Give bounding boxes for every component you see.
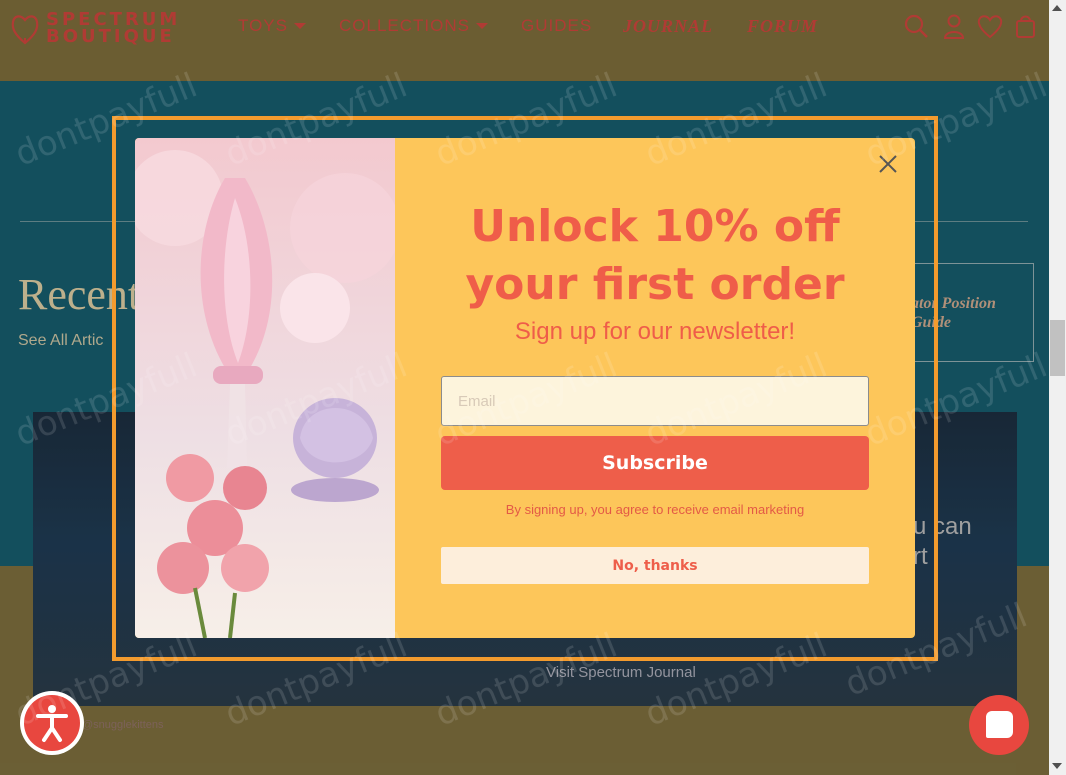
- product-photo: [135, 138, 395, 638]
- accessibility-button[interactable]: [20, 691, 84, 755]
- scrollbar-thumb[interactable]: [1050, 320, 1065, 376]
- scroll-up-arrow-icon[interactable]: [1052, 5, 1062, 11]
- popup-disclaimer: By signing up, you agree to receive emai…: [505, 502, 805, 517]
- email-input[interactable]: [441, 376, 869, 426]
- subscribe-button[interactable]: Subscribe: [441, 436, 869, 490]
- popup-headline: Unlock 10% off your first order: [465, 201, 845, 310]
- accessibility-icon: [24, 695, 80, 751]
- close-icon[interactable]: [876, 152, 900, 176]
- page: SPECTRUM BOUTIQUE TOYS COLLECTIONS GUIDE…: [0, 0, 1066, 775]
- popup-subheadline: Sign up for our newsletter!: [514, 318, 796, 345]
- scrollbar[interactable]: [1049, 0, 1066, 775]
- accessibility-figure-icon: [36, 705, 68, 742]
- newsletter-popup: Unlock 10% off your first order Sign up …: [135, 138, 915, 638]
- chat-bubble-icon: [986, 711, 1013, 738]
- no-thanks-button[interactable]: No, thanks: [441, 547, 869, 584]
- scroll-down-arrow-icon[interactable]: [1052, 763, 1062, 769]
- chat-button[interactable]: [969, 695, 1029, 755]
